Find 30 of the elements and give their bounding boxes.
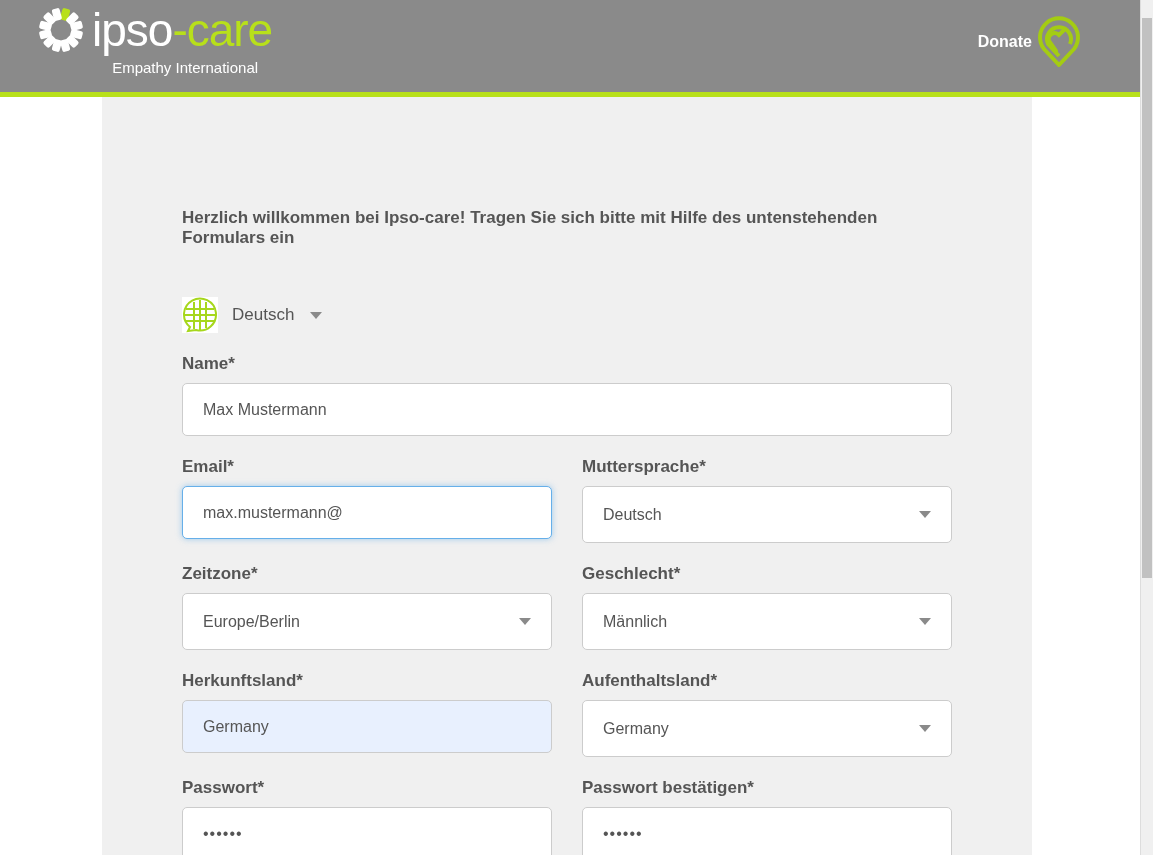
field-label: Name* bbox=[182, 353, 236, 375]
language-dropdown[interactable]: Deutsch bbox=[232, 302, 323, 328]
field-label: Passwort bestätigen* bbox=[582, 777, 755, 799]
input-field[interactable]: max.mustermann@ bbox=[182, 486, 552, 539]
globe-chat-icon bbox=[182, 297, 218, 333]
field-label: Aufenthaltsland* bbox=[582, 670, 719, 692]
dropdown-field[interactable]: Germany bbox=[582, 700, 952, 757]
field-label: Geschlecht* bbox=[582, 563, 682, 585]
dropdown-field[interactable]: Deutsch bbox=[582, 486, 952, 543]
tagline: Empathy International bbox=[112, 58, 259, 78]
welcome-text: Herzlich willkommen bei Ipso-care! Tragen Sie sich bitte mit Hilfe des untenstehenden Formulars ein bbox=[182, 208, 879, 248]
caret-icon bbox=[919, 511, 931, 518]
heart-pin-icon[interactable] bbox=[1036, 15, 1082, 69]
input-field[interactable]: Germany bbox=[182, 700, 552, 753]
dropdown-field[interactable]: Männlich bbox=[582, 593, 952, 650]
password-field[interactable]: •••••• bbox=[582, 807, 952, 855]
field-label: Email* bbox=[182, 456, 235, 478]
caret-icon bbox=[919, 618, 931, 625]
logo-ring-icon bbox=[38, 7, 84, 53]
caret-icon bbox=[310, 311, 323, 319]
dropdown-field[interactable]: Europe/Berlin bbox=[182, 593, 552, 650]
scrollbar[interactable] bbox=[1140, 0, 1153, 855]
field-label: Muttersprache* bbox=[582, 456, 707, 478]
field-label: Passwort* bbox=[182, 777, 266, 799]
caret-icon bbox=[519, 618, 531, 625]
caret-icon bbox=[919, 725, 931, 732]
field-label: Zeitzone* bbox=[182, 563, 259, 585]
input-field[interactable]: Max Mustermann bbox=[182, 383, 952, 436]
password-field[interactable]: •••••• bbox=[182, 807, 552, 855]
field-label: Herkunftsland* bbox=[182, 670, 304, 692]
